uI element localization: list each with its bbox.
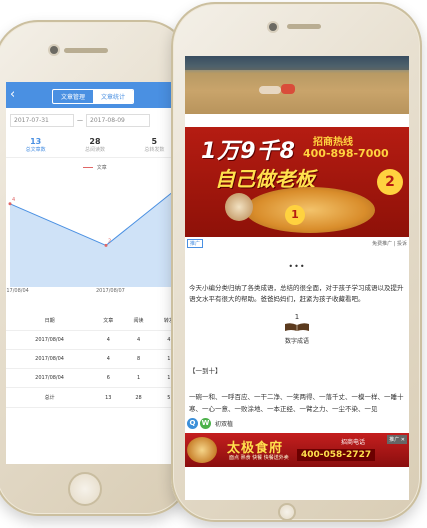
cell: 4 (93, 349, 124, 369)
stats-header: ‹ 文章管理 文章统计 (6, 82, 184, 108)
wechat-icon[interactable]: W (200, 418, 211, 429)
table-header-row: 日期 文章 阅读 转发 (6, 311, 184, 331)
ad-tag: 推广 (187, 239, 204, 248)
ad-badge: 2 (377, 169, 403, 195)
bottom-ad-call-number: 400-058-2727 (297, 449, 376, 461)
data-label: 2 (108, 238, 111, 244)
area-fill (10, 183, 184, 287)
table-row: 2017/08/04 6 1 1 (6, 368, 184, 388)
col-header: 文章 (93, 311, 124, 331)
cell: 13 (93, 387, 124, 408)
open-book-icon (285, 323, 309, 331)
home-button[interactable] (68, 472, 102, 506)
area-chart: 42 (6, 177, 184, 287)
sea (185, 56, 409, 70)
ad-links: 免费推广 | 投诉 (372, 240, 407, 247)
stat-label: 总转发数 (144, 147, 165, 153)
front-camera (50, 46, 58, 54)
legend-label: 文章 (96, 165, 107, 171)
beach-photo (185, 56, 409, 114)
ad-report-link[interactable]: 投诉 (397, 241, 407, 247)
cell: 4 (123, 330, 154, 350)
ad-hotline-label: 招商热线 (313, 137, 353, 148)
chapter-title: 数字成语 (284, 338, 309, 345)
cell: 2017/08/04 (6, 330, 94, 350)
front-camera (269, 23, 277, 31)
person-figure (281, 84, 295, 94)
speaker (287, 24, 321, 29)
stats-table: 日期 文章 阅读 转发 2017/08/04 4 4 4 2017/08/04 … (6, 311, 184, 408)
x-tick-label: 2017/08/07 (96, 288, 125, 294)
stat-total-shares[interactable]: 5 总转发数 (144, 137, 164, 153)
x-tick-label: 2017/08/04 (6, 288, 29, 294)
table-total-row: 总计 13 28 5 (6, 387, 184, 408)
coffee-cup-image (225, 193, 253, 221)
stat-value: 13 (30, 137, 42, 146)
left-screen: ‹ 文章管理 文章统计 2017-07-31 — 2017-08-09 13 总… (6, 82, 184, 464)
col-header: 阅读 (123, 311, 154, 331)
stat-label: 总阅读数 (84, 147, 105, 153)
header-tabs: 文章管理 文章统计 (52, 89, 135, 104)
bottom-ad-sub: 面点 熟食 快餐 快餐送外卖 (229, 455, 289, 461)
chart-legend: 文章 (6, 158, 184, 177)
data-label: 4 (12, 197, 15, 203)
stat-total-articles[interactable]: 13 总文章数 (26, 137, 46, 153)
tab-article-stats[interactable]: 文章统计 (93, 90, 134, 103)
legend-marker (83, 167, 94, 168)
food-image (245, 187, 375, 233)
area-chart-svg: 42 (8, 181, 184, 287)
ad-badge: 1 (285, 205, 305, 225)
ad-hotline-number: 400-898-7000 (303, 147, 389, 160)
stat-value: 28 (89, 137, 101, 146)
stat-total-reads[interactable]: 28 总阅读数 (85, 137, 105, 153)
x-axis-labels: 2017/08/04 2017/08/07 (6, 287, 184, 297)
qq-icon[interactable]: Q (187, 418, 198, 429)
cell: 8 (123, 349, 154, 369)
close-ad-button[interactable]: 推广 ✕ (387, 435, 407, 444)
idiom-list: 一碗一和、一呼百应、一干二净、一笑两得、一落千丈、一模一样、一睡十寒、一心一意、… (189, 393, 404, 413)
chapter-number: 1 (294, 313, 300, 321)
dish-image (187, 437, 217, 463)
ad-footer: 推广 免费推广 | 投诉 (185, 237, 409, 250)
stat-value: 5 (151, 137, 158, 146)
intro-paragraph: 今天小编分类归纳了各类成语，总结的很全面，对于孩子学习成语以及提升语文水平有很大… (189, 284, 404, 303)
ad-banner[interactable]: 1万9千8 招商热线 400-898-7000 自己做老板 2 1 (185, 127, 409, 237)
table-row: 2017/08/04 4 8 1 (6, 349, 184, 369)
cell: 总计 (6, 387, 94, 408)
phone-left: ‹ 文章管理 文章统计 2017-07-31 — 2017-08-09 13 总… (0, 20, 190, 516)
section-title: 【一到十】 (189, 367, 222, 375)
share-bar: Q W 初双植 (187, 418, 233, 429)
cell: 1 (123, 368, 154, 388)
right-screen: 1万9千8 招商热线 400-898-7000 自己做老板 2 1 推广 免费推… (185, 56, 409, 500)
start-date-input[interactable]: 2017-07-31 (10, 114, 74, 127)
date-separator: — (77, 117, 83, 124)
phone-right: 1万9千8 招商热线 400-898-7000 自己做老板 2 1 推广 免费推… (171, 2, 422, 522)
table-row: 2017/08/04 4 4 4 (6, 330, 184, 350)
cell: 2017/08/04 (6, 368, 94, 388)
cell: 28 (123, 387, 154, 408)
ad-free-promo-link[interactable]: 免费推广 (372, 241, 392, 247)
cell: 2017/08/04 (6, 349, 94, 369)
bottom-ad-banner[interactable]: 太极食府 面点 熟食 快餐 快餐送外卖 招商电话 400-058-2727 推广… (185, 433, 409, 467)
ellipsis-divider: ••• (288, 262, 306, 271)
chevron-left-icon[interactable]: ‹ (10, 87, 15, 102)
chapter-heading: 1 数字成语 (185, 313, 409, 345)
cell: 6 (93, 368, 124, 388)
home-button[interactable] (278, 503, 296, 521)
stats-summary: 13 总文章数 28 总阅读数 5 总转发数 (6, 133, 184, 158)
person-figure (259, 86, 281, 94)
bottom-ad-call-label: 招商电话 (341, 439, 366, 446)
date-range: 2017-07-31 — 2017-08-09 (6, 108, 184, 133)
ad-headline: 1万9千8 (201, 139, 296, 164)
stat-label: 总文章数 (25, 147, 46, 153)
end-date-input[interactable]: 2017-08-09 (86, 114, 150, 127)
col-header: 日期 (6, 311, 94, 331)
cell: 4 (93, 330, 124, 350)
tab-article-manage[interactable]: 文章管理 (53, 90, 93, 103)
share-label: 初双植 (215, 421, 234, 428)
speaker (64, 48, 108, 53)
